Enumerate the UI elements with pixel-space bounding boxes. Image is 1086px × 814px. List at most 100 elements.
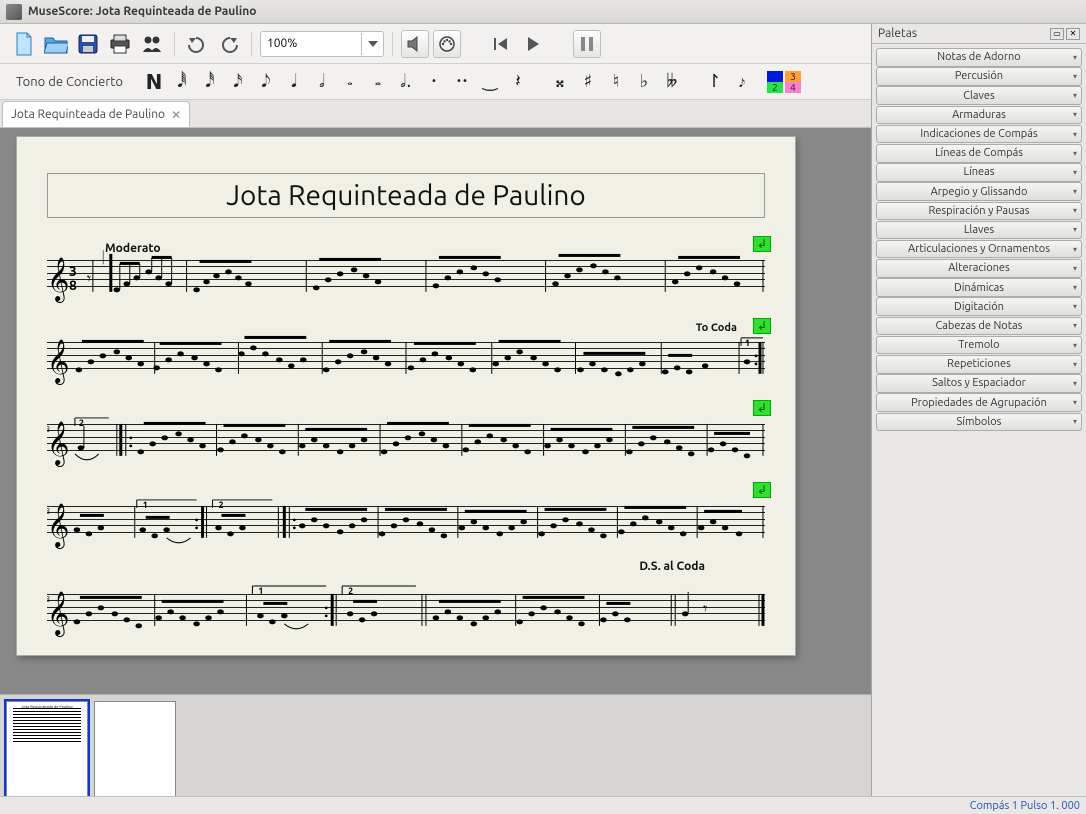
quarter-note-icon[interactable]: 𝅘𝅥	[283, 70, 305, 94]
title-frame[interactable]: Jota Requinteada de Paulino	[47, 173, 765, 218]
half-note-icon[interactable]: 𝅗𝅥	[311, 70, 333, 94]
palette-barlines[interactable]: Líneas de Compás▾	[876, 144, 1082, 163]
flip-icon[interactable]: ↾	[703, 70, 725, 94]
zoom-dropdown-icon[interactable]	[361, 33, 383, 55]
midi-button[interactable]	[433, 30, 461, 58]
svg-text:1: 1	[143, 500, 148, 510]
chevron-down-icon: ▾	[1073, 245, 1077, 254]
score-page[interactable]: Jota Requinteada de Paulino Moderato ↲ 𝄞…	[16, 136, 796, 656]
palette-timesig[interactable]: Indicaciones de Compás▾	[876, 125, 1082, 144]
palette-repeats[interactable]: Repeticiones ▾	[876, 355, 1082, 374]
svg-text:2: 2	[219, 500, 224, 510]
palette-label: Articulaciones y Ornamentos	[908, 243, 1050, 255]
palette-articulations[interactable]: Articulaciones y Ornamentos ▾	[876, 240, 1082, 259]
statusbar: Compás 1 Pulso 1. 000	[0, 796, 1086, 814]
loop-button[interactable]	[573, 30, 601, 58]
play-button[interactable]	[519, 30, 547, 58]
voice-4[interactable]: 4	[785, 82, 801, 93]
voice-1[interactable]	[767, 71, 783, 82]
palette-jumps[interactable]: Saltos y Espaciador▾	[876, 374, 1082, 393]
palette-label: Armaduras	[952, 109, 1006, 121]
save-button[interactable]	[74, 30, 102, 58]
zoom-combo[interactable]	[260, 31, 384, 57]
palette-label: Notas de Adorno	[937, 51, 1020, 63]
8th-note-icon[interactable]: 𝅘𝅥𝅮	[255, 70, 277, 94]
64th-note-icon[interactable]: 𝅘𝅥𝅱	[171, 70, 193, 94]
palette-label: Dinámicas	[954, 282, 1004, 294]
new-file-button[interactable]	[10, 30, 38, 58]
double-sharp-icon[interactable]: 𝄪	[549, 70, 571, 94]
natural-icon[interactable]: ♮	[605, 70, 627, 94]
palette-label: Propiedades de Agrupación	[911, 397, 1047, 409]
palette-brackets[interactable]: Llaves ▾	[876, 221, 1082, 240]
tab-active[interactable]: Jota Requinteada de Paulino ✕	[2, 101, 190, 127]
pitch-mode-label[interactable]: Tono de Concierto	[16, 75, 123, 89]
palette-label: Símbolos	[957, 416, 1002, 428]
sharp-icon[interactable]: ♯	[577, 70, 599, 94]
palette-label: Repeticiones	[947, 358, 1011, 370]
zoom-input[interactable]	[261, 33, 361, 55]
chevron-down-icon: ▾	[1073, 283, 1077, 292]
palette-drums[interactable]: Percusión▾	[876, 67, 1082, 86]
palette-lines[interactable]: Líneas▾	[876, 163, 1082, 182]
staff-system-4[interactable]: ↲ 28 𝄞 1 2	[47, 478, 765, 556]
staff-system-1[interactable]: Moderato ↲ 𝄞 3 8 𝄾 𝄀	[47, 232, 765, 310]
palette-dynamics[interactable]: Dinámicas ▾	[876, 278, 1082, 297]
16th-note-icon[interactable]: 𝅘𝅥𝅯	[227, 70, 249, 94]
svg-text:𝄀: 𝄀	[103, 248, 104, 268]
palette-fingering[interactable]: Digitación▾	[876, 297, 1082, 316]
palette-arpeggio[interactable]: Arpegio y Glissando▾	[876, 182, 1082, 201]
close-icon[interactable]: ✕	[171, 108, 181, 122]
thumbnail-page-1[interactable]: Jota Requinteada de Paulino	[6, 701, 88, 807]
palette-label: Tremolo	[958, 339, 999, 351]
sound-button[interactable]	[401, 30, 429, 58]
dotted-half-icon[interactable]: 𝅗𝅥.	[395, 70, 417, 94]
voice-2[interactable]: 2	[767, 82, 783, 93]
note-toolbar: Tono de Concierto N 𝅘𝅥𝅱 𝅘𝅥𝅰 𝅘𝅥𝅯 𝅘𝅥𝅮 𝅘𝅥 𝅗…	[0, 64, 871, 100]
voice-selector[interactable]: 3 2 4	[767, 71, 801, 93]
score-canvas[interactable]: Jota Requinteada de Paulino Moderato ↲ 𝄞…	[0, 128, 871, 694]
rewind-button[interactable]	[487, 30, 515, 58]
palette-accidentals[interactable]: Alteraciones▾	[876, 259, 1082, 278]
svg-text:𝄞: 𝄞	[47, 504, 69, 549]
palette-tremolo[interactable]: Tremolo▾	[876, 336, 1082, 355]
titlebar: MuseScore: Jota Requinteada de Paulino	[0, 0, 1086, 24]
voice-3-cell[interactable]: 3	[785, 71, 801, 82]
dot-icon[interactable]: •	[423, 70, 445, 94]
palettes-panel: Paletas ▭ ✕ Notas de Adorno▾ Percusión▾ …	[871, 24, 1086, 814]
staff-system-3[interactable]: ↲ 18 𝄞 2	[47, 396, 765, 474]
community-button[interactable]	[138, 30, 166, 58]
score-title[interactable]: Jota Requinteada de Paulino	[58, 180, 754, 211]
palette-grace-notes[interactable]: Notas de Adorno▾	[876, 48, 1082, 67]
flat-icon[interactable]: ♭	[633, 70, 655, 94]
float-icon[interactable]: ▭	[1050, 28, 1064, 40]
staff-system-2[interactable]: To Coda ↲ 9 𝄞	[47, 314, 765, 392]
redo-button[interactable]	[215, 30, 243, 58]
double-dot-icon[interactable]: ••	[451, 70, 473, 94]
main-area: Tono de Concierto N 𝅘𝅥𝅱 𝅘𝅥𝅰 𝅘𝅥𝅯 𝅘𝅥𝅮 𝅘𝅥 𝅗…	[0, 24, 1086, 814]
open-file-button[interactable]	[42, 30, 70, 58]
whole-note-icon[interactable]: 𝅝	[339, 70, 361, 94]
note-input-icon[interactable]: N	[143, 70, 165, 94]
grace-icon[interactable]: 𝆔	[731, 70, 753, 94]
palette-keysig[interactable]: Armaduras▾	[876, 106, 1082, 125]
palette-breath[interactable]: Respiración y Pausas▾	[876, 202, 1082, 221]
breve-note-icon[interactable]: 𝅜	[367, 70, 389, 94]
palette-noteheads[interactable]: Cabezas de Notas▾	[876, 317, 1082, 336]
undo-button[interactable]	[183, 30, 211, 58]
chevron-down-icon: ▾	[1073, 225, 1077, 234]
double-flat-icon[interactable]: 𝄫	[661, 70, 683, 94]
thumbnail-page-2[interactable]	[94, 701, 176, 807]
palette-label: Llaves	[964, 224, 994, 236]
palette-clefs[interactable]: Claves▾	[876, 86, 1082, 105]
print-button[interactable]	[106, 30, 134, 58]
palette-beam-props[interactable]: Propiedades de Agrupación▾	[876, 393, 1082, 412]
rest-icon[interactable]: 𝄽	[507, 70, 529, 94]
chevron-down-icon: ▾	[1073, 360, 1077, 369]
palette-symbols[interactable]: Símbolos▾	[876, 413, 1082, 432]
staff-system-5[interactable]: D.S. al Coda 38 𝄞 1 2	[47, 566, 765, 644]
32nd-note-icon[interactable]: 𝅘𝅥𝅰	[199, 70, 221, 94]
close-icon[interactable]: ✕	[1066, 28, 1080, 40]
palettes-header[interactable]: Paletas ▭ ✕	[872, 24, 1086, 44]
tie-icon[interactable]: ‿	[479, 70, 501, 94]
